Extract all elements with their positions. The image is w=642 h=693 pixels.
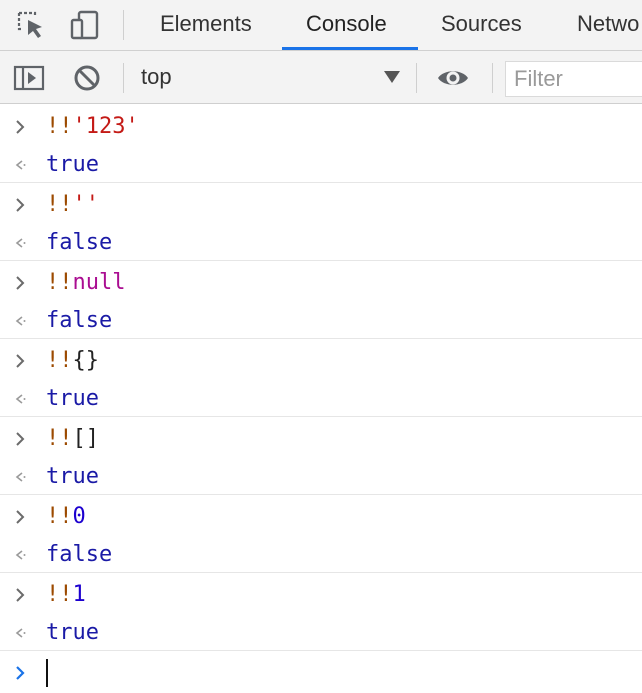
input-expression: !!0 bbox=[46, 497, 86, 536]
input-chevron-icon bbox=[16, 432, 25, 446]
toolbar-divider bbox=[123, 10, 124, 40]
input-chevron-icon bbox=[16, 198, 25, 212]
operand-value: null bbox=[72, 270, 126, 295]
clear-console-icon[interactable] bbox=[70, 61, 104, 95]
prompt-chevron-icon bbox=[16, 666, 25, 680]
console-entry: !!0 false bbox=[0, 495, 642, 573]
result-value: true bbox=[46, 152, 99, 177]
filter-input[interactable] bbox=[505, 61, 642, 97]
sidebar-toggle-icon[interactable] bbox=[12, 61, 46, 95]
console-prompt[interactable] bbox=[0, 651, 642, 693]
operand-value: 1 bbox=[72, 582, 86, 607]
result-chevron-icon bbox=[15, 394, 26, 404]
result-value: true bbox=[46, 464, 99, 489]
console-messages: !!'123' true !!'' false !!null false !!{} true!… bbox=[0, 105, 642, 693]
input-chevron-icon bbox=[16, 354, 25, 368]
toolbar-divider bbox=[416, 63, 417, 93]
not-not-operator: !! bbox=[46, 426, 73, 451]
result-chevron-icon bbox=[15, 550, 26, 560]
not-not-operator: !! bbox=[46, 582, 73, 607]
toolbar-divider bbox=[123, 63, 124, 93]
operand-value: '' bbox=[72, 192, 100, 217]
console-input-line[interactable]: !!'' bbox=[0, 185, 642, 224]
console-input-line[interactable]: !![] bbox=[0, 419, 642, 458]
operand-value: [] bbox=[72, 426, 100, 451]
result-chevron-icon bbox=[15, 628, 26, 638]
tab-network[interactable]: Netwo bbox=[577, 0, 639, 50]
input-expression: !!{} bbox=[46, 341, 99, 380]
operand-value: 0 bbox=[72, 504, 86, 529]
result-chevron-icon bbox=[15, 316, 26, 326]
console-input-line[interactable]: !!{} bbox=[0, 341, 642, 380]
operand-value: {} bbox=[72, 348, 100, 373]
not-not-operator: !! bbox=[46, 504, 73, 529]
result-chevron-icon bbox=[15, 472, 26, 482]
console-result-line: false bbox=[0, 535, 642, 574]
result-value: false bbox=[46, 308, 113, 333]
console-result-line: true bbox=[0, 457, 642, 496]
input-chevron-icon bbox=[16, 276, 25, 290]
tab-console[interactable]: Console bbox=[306, 0, 387, 50]
not-not-operator: !! bbox=[46, 270, 73, 295]
console-result-line: true bbox=[0, 613, 642, 652]
input-expression: !!'123' bbox=[46, 107, 139, 146]
context-selector[interactable]: top bbox=[141, 51, 172, 103]
not-not-operator: !! bbox=[46, 348, 73, 373]
result-chevron-icon bbox=[15, 160, 26, 170]
console-entry: !!1 true bbox=[0, 573, 642, 651]
console-input-line[interactable]: !!'123' bbox=[0, 107, 642, 146]
live-expression-eye-icon[interactable] bbox=[436, 61, 470, 95]
result-value: true bbox=[46, 386, 99, 411]
device-toolbar-icon[interactable] bbox=[68, 8, 102, 42]
console-result-line: false bbox=[0, 301, 642, 340]
console-result-line: false bbox=[0, 223, 642, 262]
result-value: true bbox=[46, 620, 99, 645]
console-result-line: true bbox=[0, 379, 642, 418]
console-result-line: true bbox=[0, 145, 642, 184]
console-input-line[interactable]: !!null bbox=[0, 263, 642, 302]
inspect-element-icon[interactable] bbox=[14, 8, 48, 42]
input-chevron-icon bbox=[16, 120, 25, 134]
tab-sources[interactable]: Sources bbox=[441, 0, 522, 50]
input-chevron-icon bbox=[16, 510, 25, 524]
input-expression: !!1 bbox=[46, 575, 86, 614]
console-input-line[interactable]: !!0 bbox=[0, 497, 642, 536]
not-not-operator: !! bbox=[46, 114, 73, 139]
result-value: false bbox=[46, 230, 113, 255]
dropdown-caret-icon[interactable] bbox=[384, 71, 400, 83]
console-entry: !!{} true bbox=[0, 339, 642, 417]
result-value: false bbox=[46, 542, 113, 567]
text-cursor bbox=[46, 659, 48, 687]
tab-elements[interactable]: Elements bbox=[160, 0, 252, 50]
input-expression: !![] bbox=[46, 419, 99, 458]
input-expression: !!null bbox=[46, 263, 125, 302]
console-entry: !![] true bbox=[0, 417, 642, 495]
console-entry: !!'123' true bbox=[0, 105, 642, 183]
console-entry: !!null false bbox=[0, 261, 642, 339]
not-not-operator: !! bbox=[46, 192, 73, 217]
result-chevron-icon bbox=[15, 238, 26, 248]
active-tab-indicator bbox=[282, 47, 418, 50]
devtools-tabbar: Elements Console Sources Netwo bbox=[0, 0, 642, 51]
input-expression: !!'' bbox=[46, 185, 99, 224]
console-input-line[interactable]: !!1 bbox=[0, 575, 642, 614]
toolbar-divider bbox=[492, 63, 493, 93]
console-entry: !!'' false bbox=[0, 183, 642, 261]
input-chevron-icon bbox=[16, 588, 25, 602]
operand-value: '123' bbox=[72, 114, 139, 139]
